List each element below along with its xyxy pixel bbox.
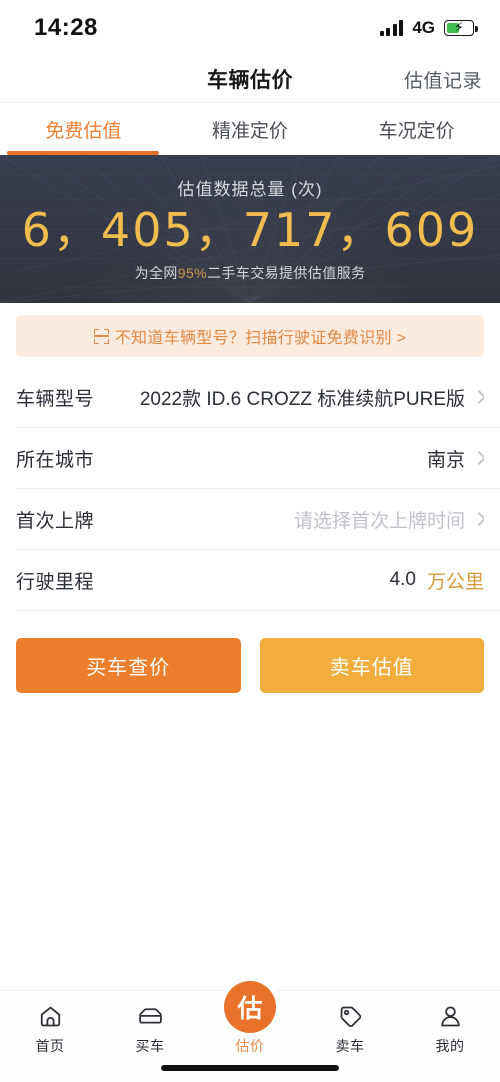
nav-label-sell-car: 卖车 — [335, 1038, 365, 1054]
app-screen: 14:28 4G ⚡ 车辆估价 估值记录 免费估值 精准定价 车况定价 估值数据… — [0, 0, 500, 1082]
person-icon — [438, 1003, 463, 1029]
scan-banner-wrapper: 不知道车辆型号？扫描行驶证免费识别 > — [0, 303, 500, 367]
appraise-badge-icon[interactable]: 估 — [224, 981, 276, 1033]
nav-label-appraise: 估价 — [235, 1038, 265, 1054]
sell-car-valuation-button[interactable]: 卖车估值 — [259, 638, 484, 693]
row-value-vehicle-model: 2022款 ID.6 CROZZ 标准续航PURE版 — [139, 388, 465, 410]
tab-precise-pricing[interactable]: 精准定价 — [167, 103, 334, 155]
action-buttons: 买车查价 卖车估值 — [0, 611, 500, 693]
network-type-label: 4G — [412, 18, 435, 37]
form-row-vehicle-model[interactable]: 车辆型号 2022款 ID.6 CROZZ 标准续航PURE版 — [16, 367, 500, 428]
nav-label-home: 首页 — [35, 1038, 65, 1054]
nav-label-profile: 我的 — [435, 1038, 465, 1054]
banner-subtitle-prefix: 为全网 — [134, 264, 178, 281]
nav-item-home[interactable]: 首页 — [0, 1003, 100, 1082]
row-value-mileage[interactable]: 4.0 — [390, 569, 416, 591]
row-label-mileage: 行驶里程 — [16, 571, 95, 593]
status-bar: 14:28 4G ⚡ — [0, 0, 500, 56]
row-right-mileage: 4.0 万公里 — [390, 567, 484, 594]
tab-condition-pricing[interactable]: 车况定价 — [333, 103, 500, 155]
form-row-city[interactable]: 所在城市 南京 — [16, 428, 500, 489]
car-icon — [137, 1003, 164, 1029]
form-row-first-registration[interactable]: 首次上牌 请选择首次上牌时间 — [16, 489, 500, 550]
price-tag-icon — [338, 1003, 363, 1029]
scan-frame-icon — [93, 328, 109, 344]
tab-bar: 免费估值 精准定价 车况定价 — [0, 103, 500, 155]
vehicle-form: 车辆型号 2022款 ID.6 CROZZ 标准续航PURE版 所在城市 南京 … — [0, 367, 500, 611]
bottom-navigation: 首页 买车 估 估价 卖车 我的 — [0, 981, 500, 1082]
chevron-right-icon — [471, 389, 484, 405]
chevron-right-icon — [471, 511, 484, 527]
nav-item-profile[interactable]: 我的 — [400, 1003, 500, 1082]
battery-charging-icon: ⚡ — [444, 20, 478, 36]
status-indicators: 4G ⚡ — [379, 18, 478, 38]
row-label-city: 所在城市 — [16, 449, 95, 471]
row-value-city: 南京 — [426, 449, 465, 471]
valuation-records-link[interactable]: 估值记录 — [404, 66, 482, 93]
home-indicator — [161, 1065, 339, 1071]
chevron-right-icon — [471, 450, 484, 466]
tab-free-valuation[interactable]: 免费估值 — [0, 103, 167, 155]
home-icon — [38, 1003, 63, 1029]
form-row-mileage[interactable]: 行驶里程 4.0 万公里 — [16, 550, 500, 611]
row-right-vehicle-model: 2022款 ID.6 CROZZ 标准续航PURE版 — [140, 384, 484, 411]
scan-license-banner[interactable]: 不知道车辆型号？扫描行驶证免费识别 > — [16, 315, 484, 357]
signal-bars-icon — [379, 20, 404, 36]
row-right-first-registration: 请选择首次上牌时间 — [294, 506, 484, 533]
nav-header: 车辆估价 估值记录 — [0, 56, 500, 103]
content-spacer — [0, 693, 500, 990]
status-time: 14:28 — [34, 14, 98, 41]
row-label-vehicle-model: 车辆型号 — [16, 388, 95, 410]
banner-label: 估值数据总量 (次) — [177, 180, 323, 200]
row-value-first-registration: 请选择首次上牌时间 — [293, 510, 465, 532]
stats-banner: 估值数据总量 (次) 6，405，717，609 为全网95%二手车交易提供估值… — [0, 155, 500, 303]
banner-subtitle-percent: 95% — [177, 264, 208, 281]
banner-subtitle: 为全网95%二手车交易提供估值服务 — [135, 263, 366, 283]
row-right-city: 南京 — [427, 445, 484, 472]
banner-subtitle-suffix: 二手车交易提供估值服务 — [207, 264, 366, 281]
buy-car-price-button[interactable]: 买车查价 — [16, 638, 241, 693]
banner-total-count: 6，405，717，609 — [21, 203, 479, 258]
row-label-first-registration: 首次上牌 — [16, 510, 95, 532]
scan-banner-text: 不知道车辆型号？扫描行驶证免费识别 > — [114, 330, 407, 347]
row-unit-mileage: 万公里 — [426, 571, 484, 593]
nav-label-buy-car: 买车 — [135, 1038, 165, 1054]
